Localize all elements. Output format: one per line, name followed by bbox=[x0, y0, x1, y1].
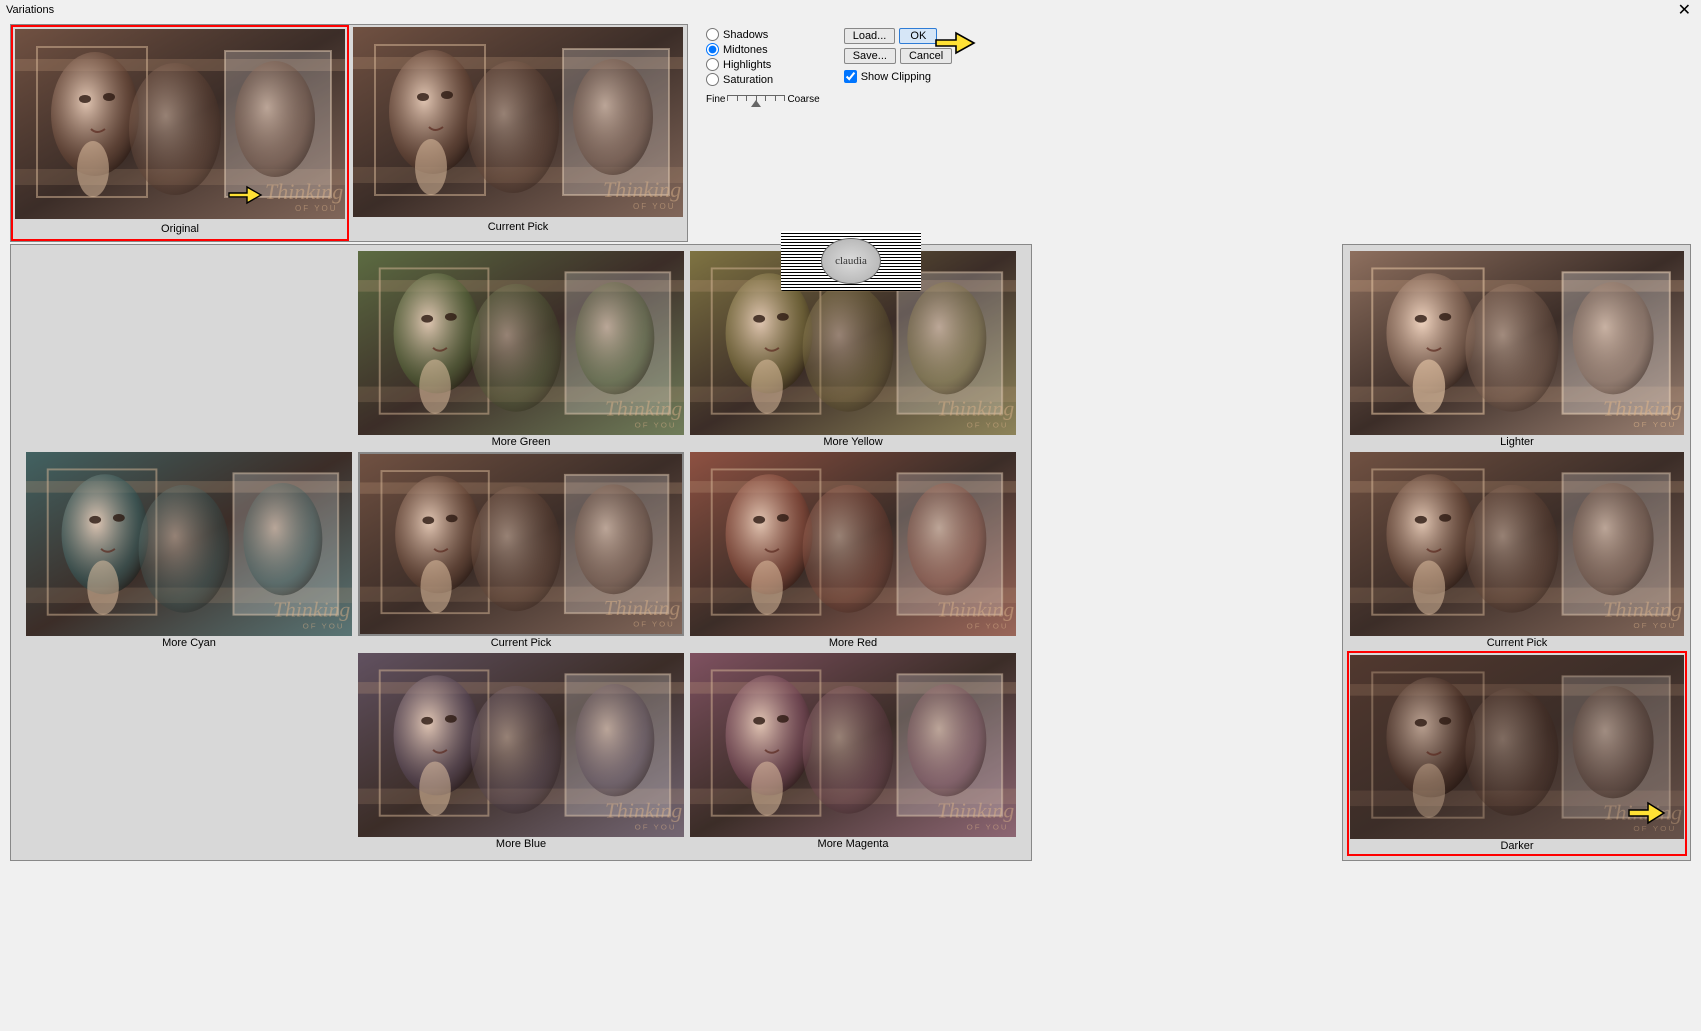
original-preview[interactable]: Thinking OF YOU Original bbox=[11, 25, 349, 241]
svg-text:OF YOU: OF YOU bbox=[295, 204, 338, 213]
svg-text:OF YOU: OF YOU bbox=[1633, 420, 1676, 429]
coarse-label: Coarse bbox=[787, 94, 819, 105]
tone-lighter[interactable]: Thinking OF YOU Lighter bbox=[1347, 251, 1687, 450]
slider-handle[interactable] bbox=[751, 100, 761, 107]
tone-darker[interactable]: Thinking OF YOU Darker bbox=[1347, 651, 1687, 856]
variation-more-red[interactable]: Thinking OF YOU More Red bbox=[687, 450, 1019, 651]
svg-text:Thinking: Thinking bbox=[1603, 397, 1682, 420]
variations-dialog: Variations ✕ bbox=[0, 0, 1701, 1031]
show-clipping-checkbox[interactable]: Show Clipping bbox=[844, 70, 957, 83]
radio-shadows[interactable]: Shadows bbox=[706, 28, 820, 41]
svg-text:OF YOU: OF YOU bbox=[967, 822, 1009, 831]
color-variation-grid: claudia Thinking OF Y bbox=[10, 244, 1032, 861]
hand-pointer-icon bbox=[225, 179, 265, 209]
variation-more-blue[interactable]: Thinking OF YOU More Blue bbox=[355, 651, 687, 852]
load-button[interactable]: Load... bbox=[844, 28, 896, 44]
svg-text:Thinking: Thinking bbox=[265, 179, 343, 204]
svg-text:Thinking: Thinking bbox=[937, 598, 1015, 622]
svg-text:Thinking: Thinking bbox=[273, 598, 351, 622]
svg-text:OF YOU: OF YOU bbox=[633, 202, 676, 211]
variation-more-cyan[interactable]: Thinking OF YOU More Cyan bbox=[23, 450, 355, 651]
top-preview-group: Thinking OF YOU Original bbox=[10, 24, 688, 242]
save-button[interactable]: Save... bbox=[844, 48, 896, 64]
cancel-button[interactable]: Cancel bbox=[900, 48, 952, 64]
watermark: claudia bbox=[781, 231, 921, 291]
brightness-column: Thinking OF YOU Lighter Thinking bbox=[1342, 244, 1691, 861]
current-pick-preview[interactable]: Thinking OF YOU Current Pick bbox=[349, 25, 687, 241]
titlebar: Variations ✕ bbox=[0, 0, 1701, 20]
radio-midtones[interactable]: Midtones bbox=[706, 43, 820, 56]
svg-text:Thinking: Thinking bbox=[604, 596, 680, 620]
variation-current-pick[interactable]: Thinking OF YOU Current Pick bbox=[355, 450, 687, 651]
svg-text:Thinking: Thinking bbox=[603, 177, 681, 202]
radio-highlights[interactable]: Highlights bbox=[706, 58, 820, 71]
svg-text:OF YOU: OF YOU bbox=[967, 621, 1009, 630]
svg-text:OF YOU: OF YOU bbox=[635, 420, 677, 429]
fine-label: Fine bbox=[706, 94, 725, 105]
svg-text:Thinking: Thinking bbox=[1603, 598, 1682, 621]
close-icon[interactable]: ✕ bbox=[1674, 0, 1695, 20]
tone-range-radio-group: Shadows Midtones Highlights Saturation bbox=[706, 28, 820, 86]
variation-more-green[interactable]: Thinking OF YOU More Green bbox=[355, 249, 687, 450]
svg-text:OF YOU: OF YOU bbox=[967, 420, 1009, 429]
fine-coarse-slider[interactable]: Fine Coarse bbox=[706, 94, 820, 105]
svg-text:Thinking: Thinking bbox=[605, 397, 683, 421]
svg-text:OF YOU: OF YOU bbox=[303, 621, 345, 630]
dialog-title: Variations bbox=[6, 4, 54, 16]
svg-text:Thinking: Thinking bbox=[937, 397, 1015, 421]
svg-text:Thinking: Thinking bbox=[605, 799, 683, 823]
show-clipping-label: Show Clipping bbox=[861, 71, 931, 83]
svg-text:OF YOU: OF YOU bbox=[633, 620, 674, 629]
svg-text:OF YOU: OF YOU bbox=[1633, 621, 1676, 630]
svg-text:Thinking: Thinking bbox=[937, 799, 1015, 823]
tone-current-pick[interactable]: Thinking OF YOU Current Pick bbox=[1347, 452, 1687, 651]
radio-saturation[interactable]: Saturation bbox=[706, 73, 820, 86]
svg-text:OF YOU: OF YOU bbox=[635, 822, 677, 831]
current-pick-label: Current Pick bbox=[349, 219, 687, 237]
variation-more-magenta[interactable]: Thinking OF YOU More Magenta bbox=[687, 651, 1019, 852]
original-label: Original bbox=[13, 221, 347, 239]
hand-pointer-icon bbox=[1624, 795, 1670, 829]
